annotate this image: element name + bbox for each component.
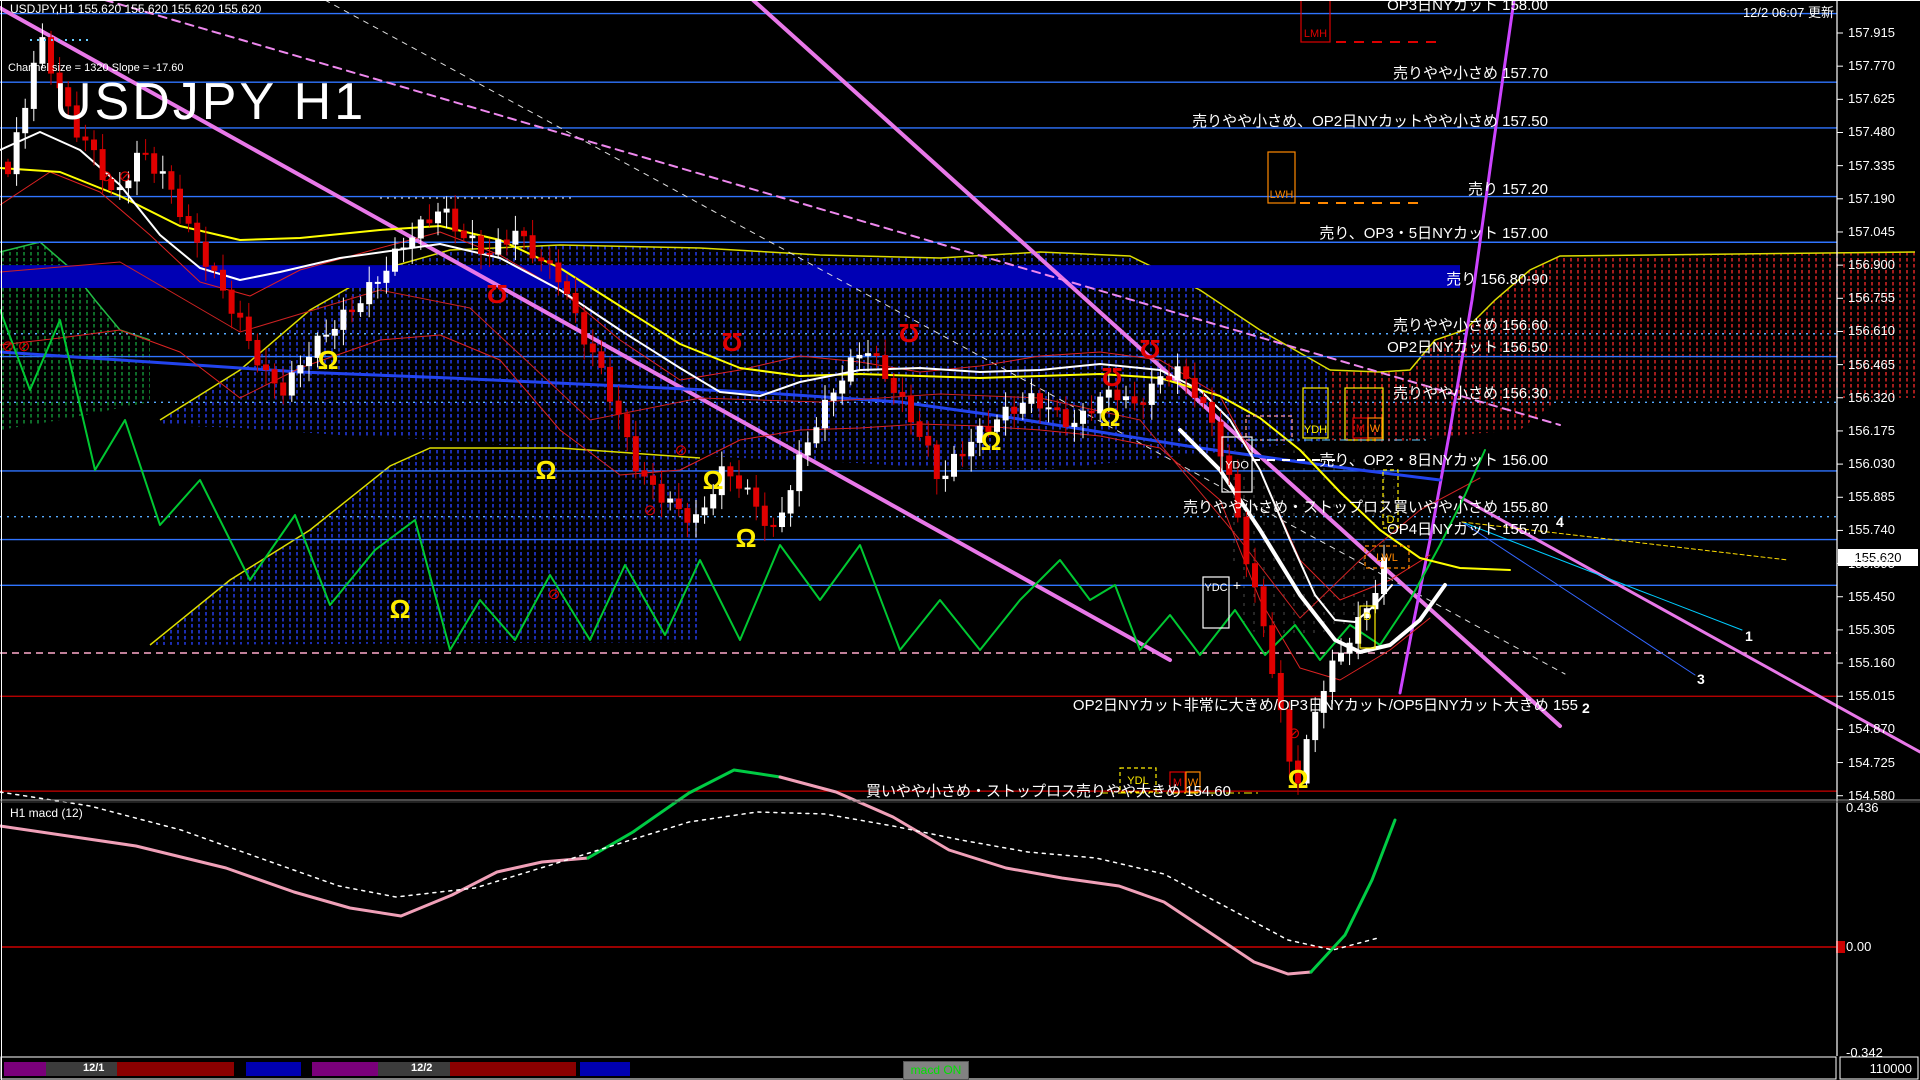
price-axis-label: 157.335: [1848, 157, 1895, 173]
wave-count-label: 2: [1582, 700, 1590, 716]
volume-value: 110000: [1869, 1061, 1912, 1076]
circle-slash-marker: ⊘: [1288, 725, 1301, 742]
omega-buy-marker: Ω: [536, 455, 557, 485]
marker-box-label: YDH: [1304, 424, 1327, 436]
level-annotation: 売り 156.80-90: [1446, 271, 1548, 288]
price-axis-label: 157.625: [1848, 91, 1895, 107]
price-axis-label: 155.305: [1848, 621, 1895, 637]
price-axis-label: 157.190: [1848, 190, 1895, 206]
price-axis-label: 157.045: [1848, 223, 1895, 239]
price-axis-label: 156.030: [1848, 456, 1895, 472]
date-axis-label: 12/2: [411, 1062, 433, 1074]
wave-count-label: 1: [1745, 628, 1753, 644]
wave-count-label: 4: [1556, 514, 1564, 530]
level-annotation: 売りやや小さめ 156.60: [1392, 317, 1548, 334]
circle-slash-marker: ⊘: [548, 586, 561, 603]
session-bar-segment: [246, 1062, 301, 1076]
macd-indicator-label: H1 macd (12): [10, 806, 83, 820]
cross-marker: +: [1233, 577, 1241, 593]
session-bar-segment: [4, 1062, 46, 1076]
price-axis-label: 155.450: [1848, 588, 1895, 604]
omega-buy-marker: Ω: [1100, 402, 1121, 432]
marker-box-label: LWH: [1270, 189, 1294, 201]
level-annotation: OP4日NYカット 155.70: [1387, 521, 1548, 538]
price-axis-label: 157.915: [1848, 25, 1895, 40]
macd-signal: [0, 791, 1379, 951]
price-axis-label: 154.725: [1848, 754, 1895, 770]
omega-buy-marker: Ω: [703, 465, 724, 495]
session-bar-segment: [117, 1062, 234, 1076]
macd-green-2: [1309, 818, 1397, 974]
marker-box-label: D: [1364, 611, 1372, 623]
price-axis-label: 157.770: [1848, 58, 1895, 74]
level-annotation: 売りやや小さめ 157.70: [1392, 65, 1548, 82]
level-annotation: OP3日NYカット 158.00: [1387, 0, 1548, 14]
marker-box-label: LWL: [1376, 552, 1398, 564]
omega-buy-marker: Ω: [981, 426, 1002, 456]
price-axis-label: 155.015: [1848, 688, 1895, 704]
wave-count-label: 3: [1697, 671, 1705, 687]
macd-pink-2: [778, 775, 1313, 976]
chart-canvas[interactable]: ΩΩ ΩΩΩΩΩΩΩΩ ΩΩΩ⊘⊘⊘⊘⊘ ⊘⊘ ⊘+ LMHLWHYDH M WYDOYDC…: [0, 0, 1920, 1080]
price-axis-label: 156.610: [1848, 323, 1895, 339]
omega-buy-marker: Ω: [390, 594, 411, 624]
marker-box-label: M: [1356, 423, 1365, 435]
circle-slash-marker: ⊘: [2, 338, 15, 355]
mt4-chart-window: Ω Ω Ω Ω Ω Ω Ω Ω Ω Ω Ω Ω Ω ⊘ ⊘ ⊘ ⊘ ⊘ ⊘ ⊘ ⊘ + LMH LWH YDH M W YDO YDC…: [0, 0, 1920, 1080]
level-annotation: 売りやや小さめ・ストップロス買いやや小さめ 155.80: [1182, 499, 1548, 516]
macd-scale-zero: 0.00: [1846, 939, 1872, 954]
marker-box-label: YDC: [1204, 582, 1227, 594]
marker-box-label: W: [1370, 423, 1381, 435]
ichimoku-clouds: [0, 241, 1916, 646]
circle-slash-marker: ⊘: [675, 442, 688, 459]
macd-toggle-button[interactable]: macd ON: [903, 1061, 969, 1080]
price-axis-label: 154.870: [1848, 721, 1895, 737]
symbol-title: USDJPY,H1 155.620 155.620 155.620 155.62…: [10, 2, 262, 16]
circle-slash-marker: ⊘: [100, 168, 113, 185]
session-bar-segment: [450, 1062, 576, 1076]
price-axis-label: 155.885: [1848, 489, 1895, 505]
circle-slash-marker: ⊘: [119, 168, 132, 185]
price-axis-label: 156.755: [1848, 290, 1895, 306]
level-annotation: 売り、OP3・5日NYカット 157.00: [1319, 225, 1548, 242]
circle-slash-marker: ⊘: [18, 338, 31, 355]
session-bar-segment: [46, 1062, 117, 1076]
omega-sell-marker: Ω: [722, 327, 743, 357]
price-axis-label: 155.595: [1848, 555, 1895, 571]
price-axis-label: 156.320: [1848, 389, 1895, 405]
level-annotation: 売り、OP2・8日NYカット 156.00: [1319, 452, 1548, 469]
price-axis-label: 157.480: [1848, 124, 1895, 140]
macd-scale-bottom: -0.342: [1846, 1045, 1883, 1060]
price-axis-label: 156.175: [1848, 422, 1895, 438]
omega-buy-marker: Ω: [318, 345, 339, 375]
price-axis-label: 156.900: [1848, 257, 1895, 273]
chart-watermark: USDJPY H1: [54, 73, 367, 131]
price-axis-label: 155.740: [1848, 522, 1895, 538]
macd-pink-1: [0, 824, 590, 918]
omega-buy-marker: Ω: [736, 523, 757, 553]
price-axis-label: 156.465: [1848, 356, 1895, 372]
level-annotation: 買いやや小さめ・ストップロス売りやや大きめ 154.60: [865, 783, 1231, 800]
omega-sell-marker: Ω: [1102, 362, 1123, 392]
marker-box-label: LMH: [1304, 28, 1327, 40]
price-axis-label: 155.160: [1848, 655, 1895, 671]
macd-scale-top: 0.436: [1846, 800, 1879, 815]
updated-timestamp: 12/2 06:07 更新: [1742, 5, 1834, 20]
omega-sell-marker: Ω: [487, 279, 508, 309]
level-annotation: 売り 157.20: [1467, 181, 1548, 198]
omega-sell-marker: Ω: [1140, 334, 1161, 364]
omega-sell-marker: Ω: [899, 318, 920, 348]
macd-green-1: [586, 768, 782, 860]
session-bar-segment: [312, 1062, 378, 1076]
level-annotation: OP2日NYカット 156.50: [1387, 339, 1548, 356]
date-axis-label: 12/1: [83, 1062, 105, 1074]
circle-slash-marker: ⊘: [644, 502, 657, 519]
session-bar-segment: [580, 1062, 630, 1076]
level-annotation: 売りやや小さめ 156.30: [1392, 385, 1548, 402]
omega-buy-marker: Ω: [1288, 764, 1309, 794]
level-annotation: OP2日NYカット非常に大きめ/OP3日NYカット/OP5日NYカット大きめ 1…: [1072, 697, 1578, 714]
level-annotation: 売りやや小さめ、OP2日NYカットやや小さめ 157.50: [1192, 113, 1548, 130]
marker-box-label: YDO: [1225, 460, 1249, 472]
